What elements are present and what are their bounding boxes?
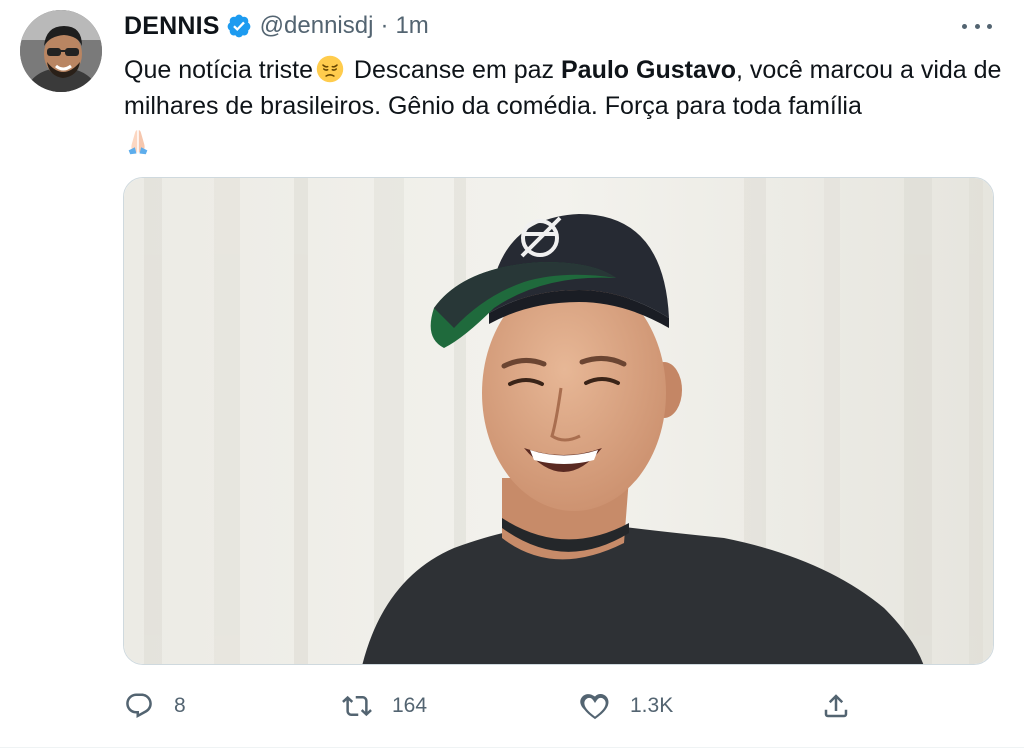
more-options-icon[interactable] <box>962 14 992 38</box>
pensive-face-emoji-icon <box>316 55 344 83</box>
tweet-text-part2: Descanse em paz <box>346 56 561 84</box>
author-name[interactable]: DENNIS <box>124 12 220 41</box>
retweet-count: 164 <box>392 694 428 717</box>
share-button[interactable] <box>821 688 851 724</box>
retweet-icon <box>342 695 372 717</box>
like-count: 1.3K <box>630 694 674 717</box>
tweet-media-photo[interactable] <box>123 177 994 665</box>
reply-icon <box>126 693 152 718</box>
author-handle[interactable]: @dennisdj <box>260 12 374 40</box>
author-avatar[interactable] <box>20 10 102 92</box>
folded-hands-emoji-icon <box>128 130 148 155</box>
retweet-button[interactable]: 164 <box>342 688 427 724</box>
like-button[interactable]: 1.3K <box>580 688 673 724</box>
heart-icon <box>580 694 609 720</box>
tweet-text-part1: Que notícia triste <box>124 56 313 84</box>
tweet-timestamp[interactable]: 1m <box>395 12 428 40</box>
tweet-text: Que notícia triste Descanse em paz Paulo… <box>124 52 1004 160</box>
verified-badge-icon <box>227 14 251 38</box>
reply-button[interactable]: 8 <box>124 688 186 724</box>
tweet-actions-bar: 8 164 1.3K <box>124 688 864 724</box>
reply-count: 8 <box>174 694 186 717</box>
tweet-text-bold-name: Paulo Gustavo <box>560 56 737 84</box>
share-icon <box>824 694 848 718</box>
tweet-card: DENNIS @dennisdj · 1m Que notícia triste… <box>0 0 1024 748</box>
separator-dot: · <box>380 12 389 39</box>
tweet-header: DENNIS @dennisdj · 1m <box>124 8 429 44</box>
